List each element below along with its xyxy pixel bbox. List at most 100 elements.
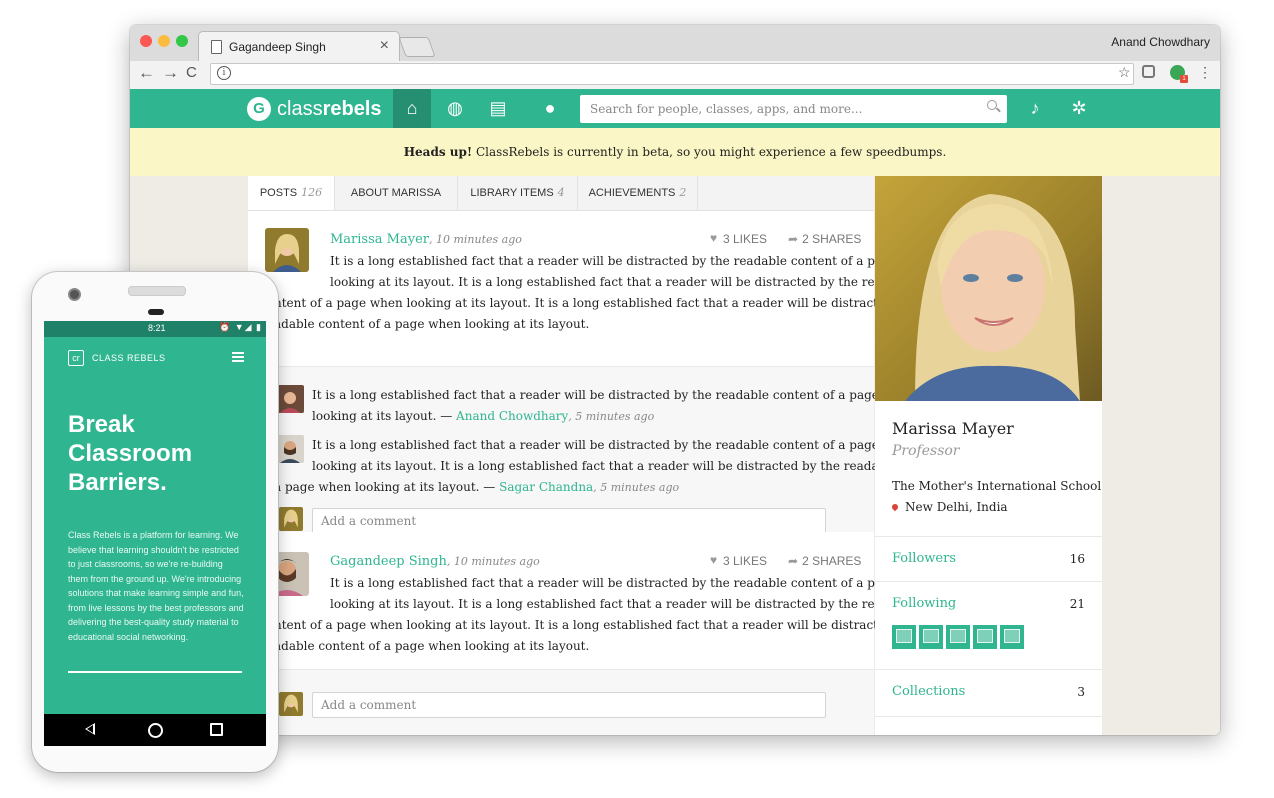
close-window-button[interactable]: [140, 35, 152, 47]
speaker-grille: [128, 286, 186, 296]
comment-text-line: It is a long established fact that a rea…: [312, 388, 916, 402]
like-button[interactable]: 3 LIKES: [710, 553, 767, 568]
site-navbar: G classrebels ⌂ ◍ ▤ ● ♪ ✲: [130, 89, 1220, 128]
comment-time: , 5 minutes ago: [568, 410, 655, 423]
back-icon[interactable]: [85, 723, 95, 735]
hero-description: Class Rebels is a platform for learning.…: [68, 530, 244, 642]
extension-icon[interactable]: [1142, 65, 1155, 78]
map-pin-icon: [890, 502, 900, 512]
bell-icon[interactable]: ♪: [1016, 89, 1054, 128]
tab-posts[interactable]: POSTS 126: [248, 176, 334, 210]
following-thumbnail[interactable]: [1000, 625, 1024, 649]
profile-location: New Delhi, India: [890, 500, 1008, 514]
browser-toolbar: ← → C i ☆ 1 ⋮: [130, 61, 1220, 90]
bookmark-star-icon[interactable]: ☆: [1118, 64, 1131, 81]
share-arrow-icon: ➦: [788, 232, 799, 246]
commenter-avatar[interactable]: [276, 385, 304, 413]
hamburger-menu-icon[interactable]: [232, 352, 244, 362]
followers-row[interactable]: Followers 16: [875, 536, 1102, 582]
comment-text-line: a page when looking at its layout. — Sag…: [274, 480, 680, 494]
page-icon: [211, 40, 222, 54]
new-tab-button[interactable]: [398, 37, 436, 57]
comments-section: [248, 669, 874, 735]
post-card: Gagandeep Singh, 10 minutes ago 3 LIKES …: [248, 532, 935, 668]
heart-icon: [710, 553, 719, 567]
following-thumbnails: [892, 625, 1027, 653]
site-search-input[interactable]: [580, 95, 1007, 123]
share-arrow-icon: ➦: [788, 554, 799, 568]
comment-author[interactable]: Anand Chowdhary: [456, 409, 568, 423]
heart-icon: [710, 231, 719, 245]
recent-apps-icon[interactable]: [210, 723, 223, 736]
app-logo-icon[interactable]: cr: [68, 350, 84, 366]
search-icon[interactable]: [987, 98, 1001, 118]
post-text-line: ntent of a page when looking at its layo…: [274, 296, 935, 310]
post-text-line: adable content of a page when looking at…: [274, 639, 590, 653]
comment-text-line: looking at its layout. It is a long esta…: [312, 459, 948, 473]
following-thumbnail[interactable]: [946, 625, 970, 649]
post-time: , 10 minutes ago: [446, 555, 540, 568]
status-icons: ⏰ ▼◢ ▮: [219, 322, 262, 332]
phone-mockup: 8:21 ⏰ ▼◢ ▮ cr CLASS REBELS Break Classr…: [32, 272, 278, 772]
zoom-window-button[interactable]: [176, 35, 188, 47]
minimize-window-button[interactable]: [158, 35, 170, 47]
post-text-line: looking at its layout. It is a long esta…: [330, 597, 916, 611]
tab-library-items[interactable]: LIBRARY ITEMS 4: [457, 176, 577, 210]
comment-input[interactable]: [312, 692, 826, 718]
author-avatar[interactable]: [265, 228, 309, 272]
beta-banner-bold: Heads up!: [403, 145, 473, 159]
browser-window: Gagandeep Singh × Anand Chowdhary ← → C …: [130, 25, 1220, 735]
extension-badge-icon[interactable]: 1: [1170, 65, 1188, 83]
browser-profile-name[interactable]: Anand Chowdhary: [1111, 35, 1210, 49]
comment-input[interactable]: [312, 508, 826, 534]
globe-icon[interactable]: ◍: [436, 89, 474, 128]
comment-text-line: looking at its layout. — Anand Chowdhary…: [312, 409, 655, 423]
forward-arrow-icon[interactable]: →: [162, 63, 179, 83]
user-icon[interactable]: ●: [531, 89, 569, 128]
post-text-line: It is a long established fact that a rea…: [330, 576, 934, 590]
following-thumbnail[interactable]: [919, 625, 943, 649]
page-margin: [1102, 176, 1220, 735]
logo-text: classrebels: [277, 98, 382, 120]
hero-title: Break Classroom Barriers.: [68, 411, 193, 496]
back-arrow-icon[interactable]: ←: [138, 63, 155, 83]
following-thumbnail[interactable]: [892, 625, 916, 649]
profile-tabs: POSTS 126 ABOUT MARISSA LIBRARY ITEMS 4 AC…: [248, 176, 874, 211]
android-nav-bar: [44, 714, 266, 746]
browser-menu-icon[interactable]: ⋮: [1198, 64, 1212, 81]
my-avatar: [279, 692, 303, 716]
tab-close-icon[interactable]: ×: [380, 37, 389, 55]
app-name: CLASS REBELS: [92, 353, 166, 363]
comment-time: , 5 minutes ago: [593, 481, 680, 494]
following-thumbnail[interactable]: [973, 625, 997, 649]
profile-name: Marissa Mayer: [892, 419, 1014, 438]
tab-about[interactable]: ABOUT MARISSA: [334, 176, 457, 210]
browser-tab[interactable]: Gagandeep Singh ×: [198, 31, 400, 62]
tab-title: Gagandeep Singh: [229, 40, 326, 54]
reload-icon[interactable]: C: [186, 64, 197, 81]
post-text-line: adable content of a page when looking at…: [274, 317, 590, 331]
like-button[interactable]: 3 LIKES: [710, 231, 767, 246]
tab-achievements[interactable]: ACHIEVEMENTS 2: [577, 176, 698, 210]
home-icon[interactable]: ⌂: [393, 89, 431, 128]
collections-row[interactable]: Collections 3: [875, 669, 1102, 717]
home-circle-icon[interactable]: [148, 723, 163, 738]
post-author[interactable]: Marissa Mayer, 10 minutes ago: [330, 232, 522, 247]
share-button[interactable]: ➦ 2 SHARES: [788, 232, 861, 246]
post-text-line: looking at its layout. It is a long esta…: [330, 275, 916, 289]
info-icon[interactable]: i: [217, 66, 231, 80]
commenter-avatar[interactable]: [276, 435, 304, 463]
comment-author[interactable]: Sagar Chandna: [499, 480, 593, 494]
post-author[interactable]: Gagandeep Singh, 10 minutes ago: [330, 554, 540, 569]
profile-school: The Mother's International School: [892, 479, 1102, 493]
camera-icon: [68, 288, 81, 301]
cta-button-edge[interactable]: [68, 671, 242, 673]
book-icon[interactable]: ▤: [479, 89, 517, 128]
address-bar[interactable]: i: [210, 63, 1134, 85]
following-row[interactable]: Following 21: [875, 581, 1102, 670]
gear-icon[interactable]: ✲: [1060, 89, 1098, 128]
my-avatar: [279, 507, 303, 531]
share-button[interactable]: ➦ 2 SHARES: [788, 554, 861, 568]
status-time: 8:21: [148, 323, 166, 333]
profile-sidebar: Marissa Mayer Professor The Mother's Int…: [875, 176, 1102, 735]
